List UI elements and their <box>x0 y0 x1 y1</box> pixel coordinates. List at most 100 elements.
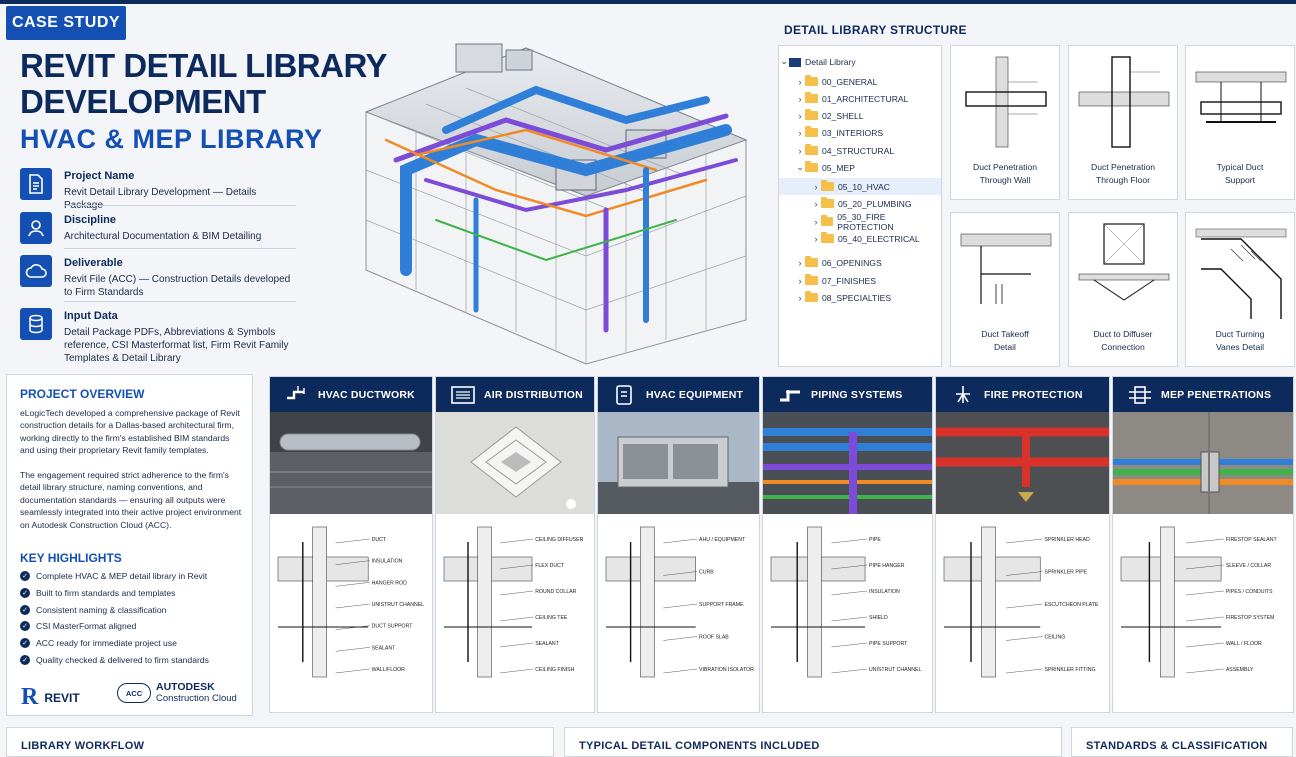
leader-line <box>1185 668 1224 674</box>
chevron-right-icon[interactable]: › <box>811 199 821 209</box>
drawing-label: INSULATION <box>869 589 900 595</box>
revit-logo: R REVIT <box>21 684 80 710</box>
chevron-down-icon[interactable]: ⌄ <box>795 162 805 173</box>
drawing-label: ASSEMBLY <box>1226 667 1254 673</box>
tree-item[interactable]: › 01_ARCHITECTURAL <box>779 90 941 107</box>
detail-card[interactable]: Typical Duct Support <box>1185 45 1295 200</box>
folder-icon <box>805 256 818 267</box>
leader-line <box>831 668 868 674</box>
category-panel[interactable]: MEP PENETRATIONS FIRESTOP SEALANT SLEEVE /… <box>1112 376 1294 713</box>
detail-caption: Duct Penetration Through Wall <box>972 162 1037 185</box>
drawing-label: ESCUTCHEON PLATE <box>1045 602 1099 608</box>
category-panel[interactable]: FIRE PROTECTION SPRINKLER HEAD SPRINKLER P… <box>935 376 1110 713</box>
category-detail-drawing: AHU / EQUIPMENT CURB SUPPORT FRAME ROOF SLA… <box>605 526 754 678</box>
detail-drawing <box>965 56 1047 148</box>
leader-line <box>663 668 698 674</box>
chevron-right-icon[interactable]: › <box>795 111 805 121</box>
tree-item[interactable]: › 08_SPECIALTIES <box>779 289 941 306</box>
highlight-item: ✓ ACC ready for immediate project use <box>20 638 177 649</box>
chevron-right-icon[interactable]: › <box>795 77 805 87</box>
detail-caption: Typical Duct Support <box>1216 162 1264 185</box>
library-workflow-panel: LIBRARY WORKFLOW <box>6 727 554 757</box>
tree-item[interactable]: ⌄ 05_MEP <box>779 159 941 176</box>
drawing-label: UNISTRUT CHANNEL <box>869 667 921 673</box>
folder-icon <box>805 161 818 172</box>
tree-item[interactable]: › 05_20_PLUMBING <box>779 195 941 212</box>
check-icon: ✓ <box>20 604 30 615</box>
folder-icon <box>805 274 818 285</box>
diffuser-icon <box>450 384 476 406</box>
leader-line <box>499 538 534 544</box>
leader-line <box>1005 636 1043 641</box>
highlight-item: ✓ Consistent naming & classification <box>20 604 166 615</box>
document-icon <box>20 168 52 200</box>
tree-item[interactable]: › 04_STRUCTURAL <box>779 142 941 159</box>
tree-item[interactable]: › 05_10_HVAC <box>779 178 941 195</box>
tree-root[interactable]: ⌄ Detail Library <box>779 53 941 70</box>
chevron-right-icon[interactable]: › <box>811 234 821 244</box>
drawing-label: SLEEVE / COLLAR <box>1226 563 1272 569</box>
leader-line <box>335 582 370 587</box>
category-panel[interactable]: HVAC DUCTWORK DUCT INSULATION HANGER ROD UNI… <box>269 376 433 713</box>
leader-line <box>335 668 370 674</box>
chevron-right-icon[interactable]: › <box>795 94 805 104</box>
tree-item[interactable]: › 07_FINISHES <box>779 272 941 289</box>
leader-line <box>663 636 698 641</box>
leader-line <box>1005 603 1043 609</box>
folder-icon <box>820 215 834 226</box>
chevron-right-icon[interactable]: › <box>795 258 805 268</box>
tree-item[interactable]: › 00_GENERAL <box>779 73 941 90</box>
check-icon: ✓ <box>20 638 30 649</box>
highlight-item: ✓ Built to firm standards and templates <box>20 587 175 598</box>
tree-item[interactable]: › 06_OPENINGS <box>779 254 941 271</box>
detail-caption: Duct Takeoff Detail <box>981 329 1029 352</box>
tree-item[interactable]: › 03_INTERIORS <box>779 124 941 141</box>
highlight-item: ✓ Quality checked & delivered to firm sta… <box>20 655 209 665</box>
project-overview-panel: PROJECT OVERVIEW eLogicTech developed a … <box>6 374 253 716</box>
folder-icon <box>805 92 818 103</box>
detail-drawing <box>1078 56 1170 148</box>
category-header: HVAC EQUIPMENT <box>598 377 759 412</box>
drawing-label: FIRESTOP SYSTEM <box>1226 615 1275 621</box>
leader-line <box>1185 616 1224 622</box>
drawing-label: SPRINKLER PIPE <box>1045 570 1088 576</box>
detail-card[interactable]: Duct Penetration Through Floor <box>1068 45 1178 200</box>
detail-card[interactable]: Duct Takeoff Detail <box>950 212 1060 367</box>
chevron-right-icon[interactable]: › <box>811 182 821 192</box>
drawing-label: SPRINKLER FITTING <box>1045 667 1096 673</box>
detail-card[interactable]: Duct Turning Vanes Detail <box>1185 212 1295 367</box>
autodesk-acc-logo: ACC AUTODESK Construction Cloud <box>117 681 237 705</box>
drawing-label: CEILING FINISH <box>535 667 574 673</box>
category-photo <box>436 412 594 514</box>
tree-item[interactable]: › 05_30_FIRE PROTECTION <box>779 212 941 232</box>
detail-card[interactable]: Duct to Diffuser Connection <box>1068 212 1178 367</box>
chevron-right-icon[interactable]: › <box>795 128 805 138</box>
drawing-label: SUPPORT FRAME <box>699 602 744 608</box>
drawing-label: INSULATION <box>372 559 403 565</box>
highlight-item: ✓ Complete HVAC & MEP detail library in R… <box>20 571 207 581</box>
category-panel[interactable]: AIR DISTRIBUTION CEILING DIFFUSER FLEX DUC… <box>435 376 595 713</box>
tree-item[interactable]: › 05_40_ELECTRICAL <box>779 230 941 247</box>
page-subtitle: HVAC & MEP LIBRARY <box>20 124 323 154</box>
chevron-right-icon[interactable]: › <box>795 276 805 286</box>
category-photo <box>598 412 759 514</box>
folder-root-icon <box>789 57 801 67</box>
duct-icon <box>284 384 310 406</box>
leader-line <box>335 647 370 652</box>
category-panel[interactable]: HVAC EQUIPMENT AHU / EQUIPMENT CURB SUPPORT… <box>597 376 760 713</box>
chevron-right-icon[interactable]: › <box>795 293 805 303</box>
chevron-right-icon[interactable]: › <box>795 146 805 156</box>
detail-components-panel: TYPICAL DETAIL COMPONENTS INCLUDED <box>564 727 1062 757</box>
drawing-label: FLEX DUCT <box>535 563 565 569</box>
tree-item[interactable]: › 02_SHELL <box>779 107 941 124</box>
drawing-label: CEILING DIFFUSER <box>535 537 583 543</box>
drawing-label: VIBRATION ISOLATOR <box>699 667 754 673</box>
leader-line <box>831 616 868 622</box>
overview-title: PROJECT OVERVIEW <box>20 387 145 401</box>
detail-card[interactable]: Duct Penetration Through Wall <box>950 45 1060 200</box>
category-panel[interactable]: PIPING SYSTEMS PIPE PIPE HANGER INSULATION S… <box>762 376 933 713</box>
drawing-label: SPRINKLER HEAD <box>1045 537 1091 543</box>
drawing-label: PIPE <box>869 537 881 543</box>
detail-drawing <box>1195 228 1287 319</box>
chevron-right-icon[interactable]: › <box>811 217 821 227</box>
